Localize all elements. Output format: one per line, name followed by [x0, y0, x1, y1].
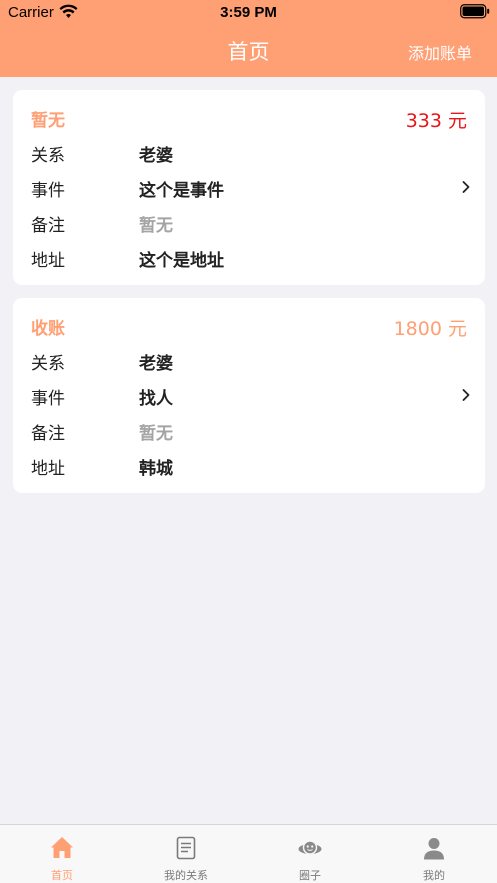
bill-card[interactable]: 收账 1800 元 关系 老婆 事件 找人 备注 暂无 地址 韩城: [13, 298, 485, 493]
relation-label: 关系: [31, 354, 65, 374]
event-label: 事件: [31, 181, 65, 201]
header: Carrier 3:59 PM 首页 添加账单: [0, 0, 497, 77]
tab-profile[interactable]: 我的: [372, 825, 496, 883]
tab-home[interactable]: 首页: [0, 825, 124, 883]
tab-circle[interactable]: 圈子: [248, 825, 372, 883]
event-value: 这个是事件: [139, 181, 224, 201]
tab-bar: 首页 我的关系 圈子 我的: [0, 824, 497, 883]
relation-label: 关系: [31, 146, 65, 166]
relation-value: 老婆: [139, 146, 173, 166]
clock: 3:59 PM: [220, 4, 277, 21]
bill-amount: 333 元: [405, 110, 467, 132]
add-bill-button[interactable]: 添加账单: [408, 40, 472, 64]
planet-icon: [298, 840, 322, 855]
bill-type: 收账: [31, 319, 65, 339]
tab-circle-label: 圈子: [299, 869, 321, 882]
status-bar: Carrier 3:59 PM: [0, 0, 497, 26]
note-value: 暂无: [139, 424, 173, 444]
address-label: 地址: [31, 459, 65, 479]
note-label: 备注: [31, 424, 65, 444]
chevron-right-icon: [462, 389, 470, 401]
bill-card[interactable]: 暂无 333 元 关系 老婆 事件 这个是事件 备注 暂无 地址 这个是地址: [13, 90, 485, 285]
tab-profile-label: 我的: [423, 869, 445, 882]
event-value: 找人: [139, 389, 173, 409]
relation-value: 老婆: [139, 354, 173, 374]
note-label: 备注: [31, 216, 65, 236]
bill-amount: 1800 元: [393, 318, 467, 340]
tab-home-label: 首页: [51, 869, 73, 882]
bill-type: 暂无: [31, 111, 65, 131]
battery-icon: [460, 4, 490, 19]
person-icon: [424, 838, 444, 860]
document-icon: [176, 836, 196, 860]
note-value: 暂无: [139, 216, 173, 236]
home-icon: [51, 837, 73, 858]
address-value: 韩城: [139, 459, 173, 479]
chevron-right-icon: [462, 181, 470, 193]
home-screen: Carrier 3:59 PM 首页 添加账单 暂无 333 元 关系 老婆 事…: [0, 0, 497, 883]
tab-relations-label: 我的关系: [164, 869, 208, 882]
address-label: 地址: [31, 251, 65, 271]
tab-relations[interactable]: 我的关系: [124, 825, 248, 883]
address-value: 这个是地址: [139, 251, 224, 271]
event-label: 事件: [31, 389, 65, 409]
